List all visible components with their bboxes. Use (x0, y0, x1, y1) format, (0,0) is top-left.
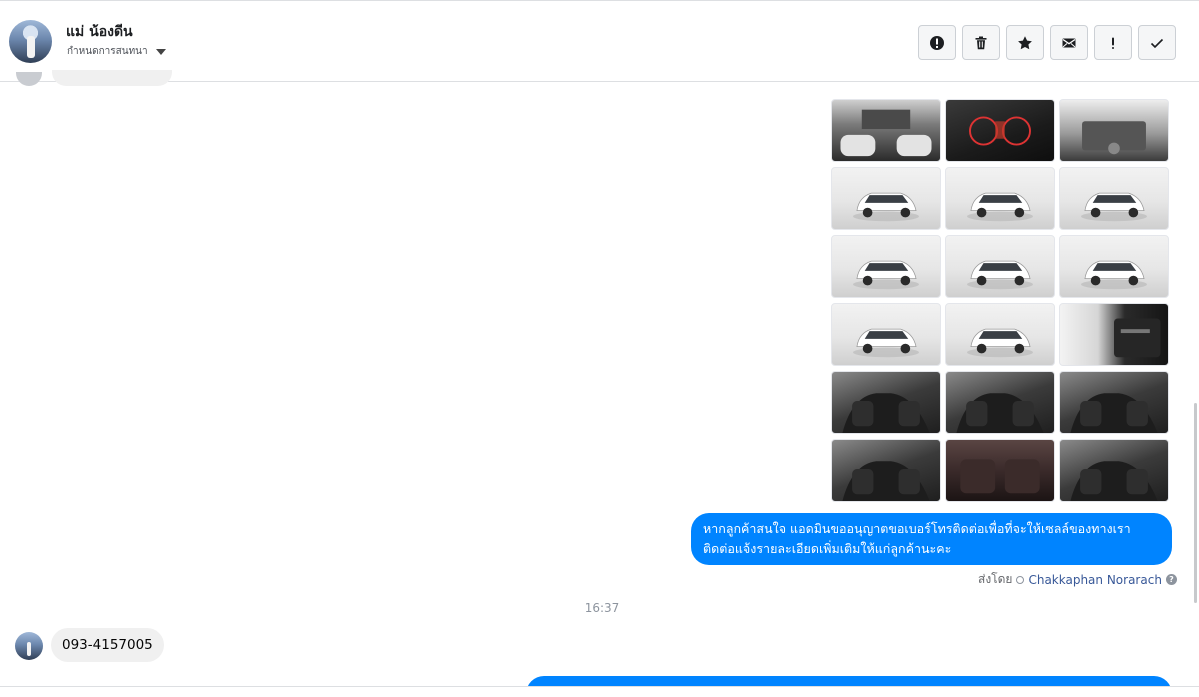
photo-thumbnail-second-row-seats[interactable] (831, 439, 941, 502)
contact-avatar-small[interactable] (15, 632, 43, 660)
alert-circle-icon (930, 35, 944, 50)
checkmark-icon (1150, 38, 1164, 48)
mark-important-button[interactable] (1094, 25, 1132, 60)
sender-link[interactable]: Chakkaphan Norarach (1028, 573, 1161, 587)
caret-down-icon (155, 48, 166, 55)
star-icon (1018, 35, 1032, 49)
mark-done-button[interactable] (1138, 25, 1176, 60)
conversation-dropdown-label: กำหนดการสนทนา (67, 46, 148, 57)
composer-divider (0, 686, 1199, 697)
outgoing-message-line: หากลูกค้าสนใจ แอดมินขออนุญาตขอเบอร์โทรติ… (703, 521, 1131, 536)
photo-thumbnail-car-front-right[interactable] (1059, 167, 1169, 230)
mark-spam-button[interactable] (918, 25, 956, 60)
photo-thumbnail-car-rear-left[interactable] (831, 235, 941, 298)
photo-thumbnail-gauge-cluster[interactable] (945, 99, 1055, 162)
star-button[interactable] (1006, 25, 1044, 60)
photo-thumbnail-cabin-overview[interactable] (1059, 439, 1169, 502)
photo-thumbnail-third-row-seats[interactable] (945, 439, 1055, 502)
envelope-icon (1062, 38, 1076, 47)
trash-icon (975, 36, 987, 49)
photo-thumbnail-door-panel[interactable] (1059, 303, 1169, 366)
contact-name[interactable]: แม่ น้องดีน (66, 21, 133, 43)
conversation-dropdown[interactable]: กำหนดการสนทนา (67, 44, 166, 59)
photo-attachment-grid (831, 99, 1169, 502)
incoming-message-bubble[interactable]: 093-4157005 (51, 628, 164, 662)
delete-button[interactable] (962, 25, 1000, 60)
sent-by-prefix: ส่งโดย (978, 572, 1013, 586)
message-timestamp: 16:37 (584, 601, 620, 615)
help-icon[interactable]: ? (1165, 574, 1177, 585)
header-toolbar (918, 25, 1176, 60)
scrollbar-thumb[interactable] (1194, 403, 1197, 603)
photo-thumbnail-dashboard[interactable] (831, 371, 941, 434)
photo-thumbnail-gear-shift[interactable] (945, 371, 1055, 434)
exclamation-icon (1112, 37, 1114, 49)
conversation-header: แม่ น้องดีน กำหนดการสนทนา (0, 0, 1199, 82)
outgoing-message-bubble[interactable]: หากลูกค้าสนใจ แอดมินขออนุญาตขอเบอร์โทรติ… (691, 513, 1172, 565)
photo-thumbnail-car-front-left[interactable] (831, 167, 941, 230)
mark-unread-button[interactable] (1050, 25, 1088, 60)
previous-avatar (16, 72, 42, 86)
page-role-icon (1016, 575, 1025, 584)
photo-thumbnail-front-seats[interactable] (1059, 371, 1169, 434)
outgoing-message-line: ติดต่อแจ้งรายละเอียดเพิ่มเติมให้แก่ลูกค้… (703, 541, 952, 556)
photo-thumbnail-wheel-closeup[interactable] (945, 303, 1055, 366)
previous-message-bubble (52, 70, 172, 86)
photo-thumbnail-car-side[interactable] (831, 303, 941, 366)
sent-by-attribution: ส่งโดย Chakkaphan Norarach ? (978, 570, 1177, 589)
photo-thumbnail-car-front[interactable] (945, 167, 1055, 230)
photo-thumbnail-cargo-area[interactable] (831, 99, 941, 162)
contact-avatar[interactable] (9, 20, 52, 63)
photo-thumbnail-car-rear-right[interactable] (1059, 235, 1169, 298)
photo-thumbnail-car-rear[interactable] (945, 235, 1055, 298)
photo-thumbnail-engine-bay[interactable] (1059, 99, 1169, 162)
